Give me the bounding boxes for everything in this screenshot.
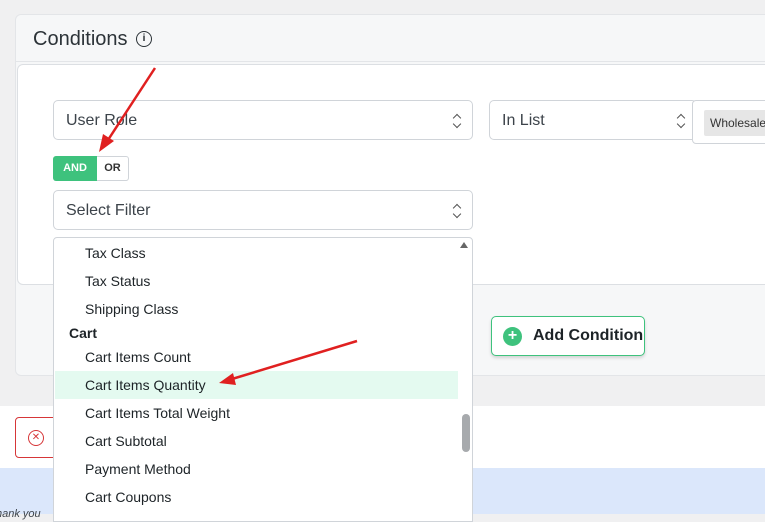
- close-circle-icon: ✕: [28, 430, 44, 446]
- chevron-updown-icon: [676, 113, 686, 129]
- condition-operator-value: In List: [502, 112, 545, 129]
- filter-dropdown-list[interactable]: Tax Class Tax Status Shipping Class Cart…: [53, 237, 473, 522]
- condition-field-select[interactable]: User Role: [53, 100, 473, 140]
- dropdown-group-label: Cart: [69, 325, 98, 341]
- dropdown-option[interactable]: Cart Coupons: [85, 483, 171, 511]
- dropdown-scrollbar[interactable]: [462, 414, 470, 452]
- filter-select[interactable]: Select Filter: [53, 190, 473, 230]
- and-or-toggle: AND OR: [53, 156, 129, 181]
- dropdown-option[interactable]: Cart Items Count: [85, 343, 191, 371]
- condition-field-value: User Role: [66, 112, 138, 129]
- add-condition-button[interactable]: + Add Condition: [491, 316, 645, 356]
- notice-text: hank you: [0, 508, 41, 520]
- value-tag[interactable]: Wholesale: [704, 110, 765, 136]
- chevron-updown-icon: [452, 113, 462, 129]
- condition-value-input[interactable]: Wholesale: [692, 100, 765, 144]
- scroll-up-arrow-icon[interactable]: [460, 242, 468, 248]
- panel-header: Conditions i: [16, 15, 765, 62]
- or-toggle-button[interactable]: OR: [97, 156, 129, 181]
- chevron-updown-icon: [452, 203, 462, 219]
- condition-operator-select[interactable]: In List: [489, 100, 697, 140]
- filter-select-placeholder: Select Filter: [66, 202, 151, 219]
- plus-circle-icon: +: [503, 326, 522, 346]
- and-toggle-button[interactable]: AND: [53, 156, 97, 181]
- dropdown-option[interactable]: Tax Class: [85, 239, 146, 267]
- panel-title: Conditions: [33, 28, 128, 50]
- dropdown-option[interactable]: Cart Items Total Weight: [85, 399, 230, 427]
- dropdown-option[interactable]: Tax Status: [85, 267, 150, 295]
- dropdown-option-highlighted[interactable]: Cart Items Quantity: [55, 371, 458, 399]
- dropdown-option[interactable]: Shipping Class: [85, 295, 178, 323]
- add-condition-label: Add Condition: [533, 327, 644, 344]
- dropdown-option[interactable]: Payment Method: [85, 455, 191, 483]
- dropdown-option[interactable]: Cart Subtotal: [85, 427, 167, 455]
- info-icon[interactable]: i: [136, 31, 152, 47]
